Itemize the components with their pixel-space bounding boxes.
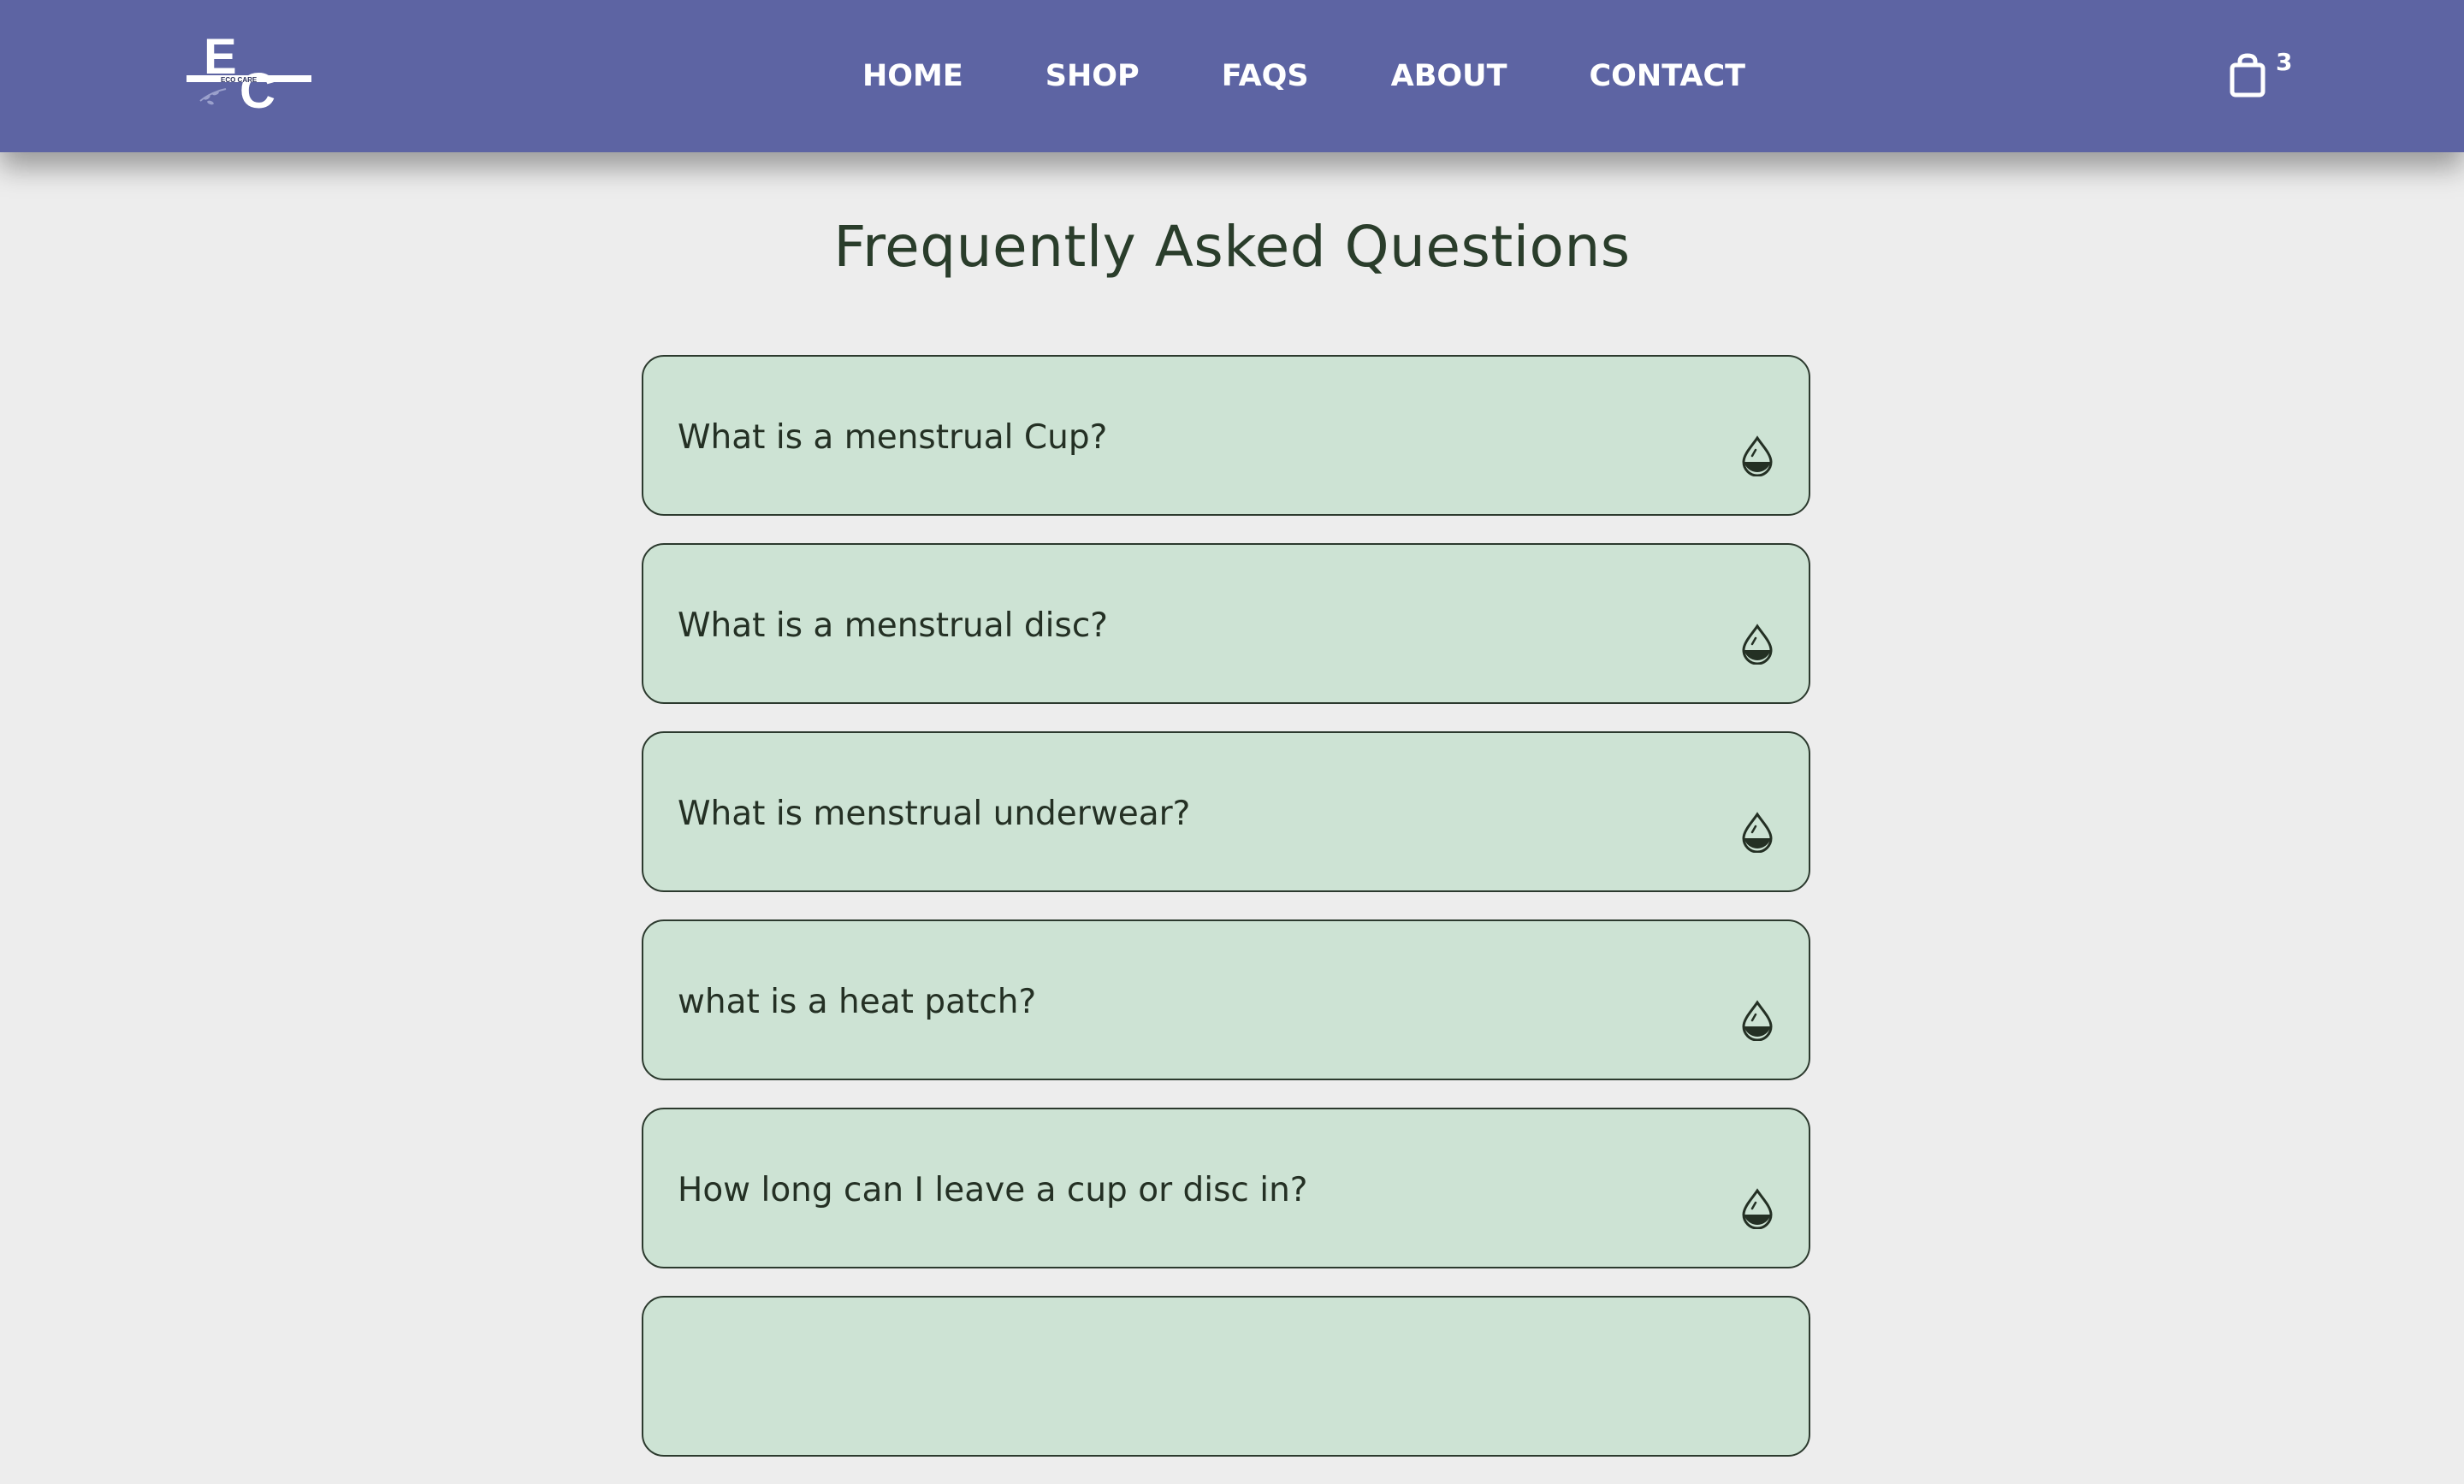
faq-question: What is a menstrual disc? (678, 606, 1108, 645)
droplet-icon (1740, 812, 1774, 854)
eco-care-logo[interactable]: E C ECO CARE (181, 29, 315, 115)
faq-question: what is a heat patch? (678, 983, 1037, 1021)
shopping-bag-icon (2230, 53, 2266, 101)
faq-question: How long can I leave a cup or disc in? (678, 1171, 1308, 1209)
svg-text:ECO CARE: ECO CARE (221, 76, 258, 84)
droplet-icon (1740, 435, 1774, 477)
faq-item[interactable]: what is a heat patch? (642, 919, 1810, 1080)
faq-question: What is menstrual underwear? (678, 795, 1191, 833)
faq-item[interactable]: How long can I leave a cup or disc in? (642, 1108, 1810, 1268)
page-title: Frequently Asked Questions (833, 214, 1631, 280)
nav-shop[interactable]: SHOP (1004, 59, 1181, 93)
svg-text:C: C (240, 63, 275, 115)
faq-question: What is a menstrual Cup? (678, 418, 1108, 457)
top-navbar: E C ECO CARE HOME SHOP FAQS ABOUT CONTAC… (0, 0, 2464, 152)
droplet-icon (1740, 1188, 1774, 1230)
faq-list: What is a menstrual Cup? What is a menst… (642, 355, 1810, 1484)
cart-button[interactable]: 3 (2230, 48, 2293, 103)
droplet-icon (1740, 624, 1774, 665)
nav-contact[interactable]: CONTACT (1548, 59, 1786, 93)
faq-item[interactable] (642, 1296, 1810, 1457)
faq-item[interactable]: What is a menstrual Cup? (642, 355, 1810, 516)
nav-home[interactable]: HOME (821, 59, 1004, 93)
cart-count-badge: 3 (2276, 48, 2293, 76)
faq-item[interactable]: What is a menstrual disc? (642, 543, 1810, 704)
main-nav: HOME SHOP FAQS ABOUT CONTACT (821, 0, 1786, 152)
faq-item[interactable]: What is menstrual underwear? (642, 731, 1810, 892)
nav-faqs[interactable]: FAQS (1181, 59, 1350, 93)
droplet-icon (1740, 1000, 1774, 1042)
nav-about[interactable]: ABOUT (1350, 59, 1549, 93)
